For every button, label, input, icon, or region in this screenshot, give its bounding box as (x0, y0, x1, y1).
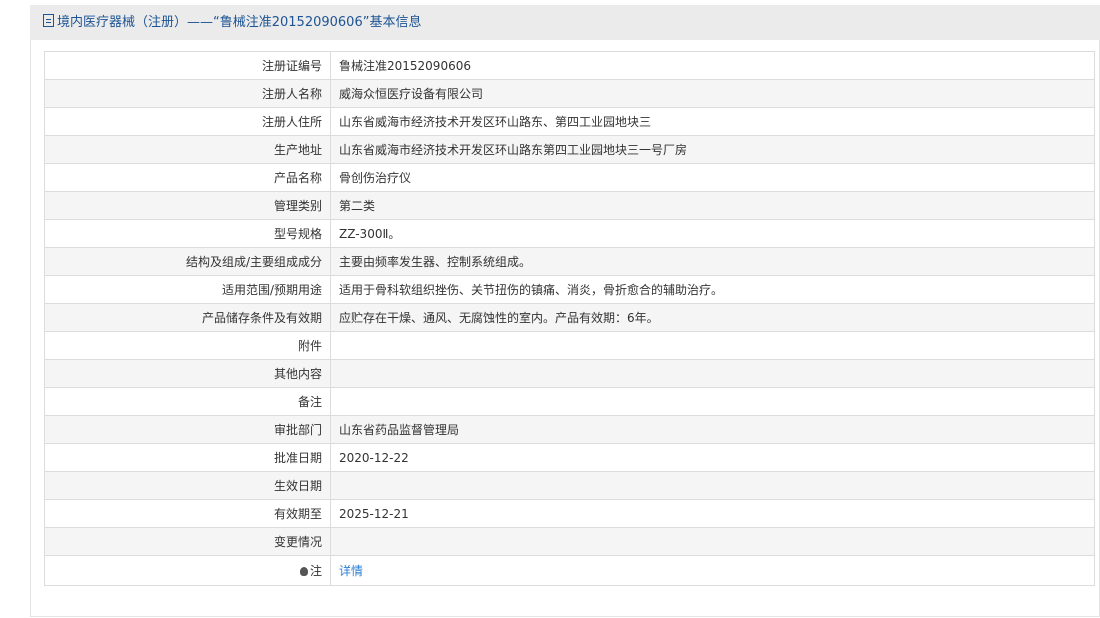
table-row: 注 详情 (44, 555, 1095, 586)
field-label: 生产地址 (44, 135, 331, 164)
field-label: 适用范围/预期用途 (44, 275, 331, 304)
field-label: 型号规格 (44, 219, 331, 248)
field-label: 变更情况 (44, 527, 331, 556)
field-value (330, 359, 1095, 388)
field-value: 威海众恒医疗设备有限公司 (330, 79, 1095, 108)
field-value: 山东省威海市经济技术开发区环山路东、第四工业园地块三 (330, 107, 1095, 136)
table-row: 适用范围/预期用途 适用于骨科软组织挫伤、关节扭伤的镇痛、消炎，骨折愈合的辅助治疗… (44, 275, 1095, 304)
field-value: 适用于骨科软组织挫伤、关节扭伤的镇痛、消炎，骨折愈合的辅助治疗。 (330, 275, 1095, 304)
note-text: 注 (309, 564, 322, 578)
field-label: 产品储存条件及有效期 (44, 303, 331, 332)
field-label: 附件 (44, 331, 331, 360)
field-label: 有效期至 (44, 499, 331, 528)
field-value (330, 331, 1095, 360)
table-row: 生产地址 山东省威海市经济技术开发区环山路东第四工业园地块三一号厂房 (44, 135, 1095, 164)
document-icon (43, 14, 54, 27)
field-value: 详情 (330, 555, 1095, 586)
table-row: 结构及组成/主要组成成分 主要由频率发生器、控制系统组成。 (44, 247, 1095, 276)
table-row: 产品储存条件及有效期 应贮存在干燥、通风、无腐蚀性的室内。产品有效期：6年。 (44, 303, 1095, 332)
table-row: 审批部门 山东省药品监督管理局 (44, 415, 1095, 444)
note-label: 注 (44, 555, 331, 586)
lightbulb-icon (299, 567, 308, 576)
field-label: 其他内容 (44, 359, 331, 388)
field-value: 山东省药品监督管理局 (330, 415, 1095, 444)
table-row: 变更情况 (44, 527, 1095, 556)
table-row: 注册证编号 鲁械注准20152090606 (44, 51, 1095, 80)
table-row: 产品名称 骨创伤治疗仪 (44, 163, 1095, 192)
table-row: 生效日期 (44, 471, 1095, 500)
field-value (330, 387, 1095, 416)
field-value: 2025-12-21 (330, 499, 1095, 528)
field-value: 骨创伤治疗仪 (330, 163, 1095, 192)
field-value: 2020-12-22 (330, 443, 1095, 472)
field-label: 注册人名称 (44, 79, 331, 108)
table-row: 有效期至 2025-12-21 (44, 499, 1095, 528)
info-table: 注册证编号 鲁械注准20152090606 注册人名称 威海众恒医疗设备有限公司 注册人… (44, 51, 1095, 586)
table-row: 附件 (44, 331, 1095, 360)
field-value: 主要由频率发生器、控制系统组成。 (330, 247, 1095, 276)
field-value: 山东省威海市经济技术开发区环山路东第四工业园地块三一号厂房 (330, 135, 1095, 164)
table-row: 管理类别 第二类 (44, 191, 1095, 220)
table-row: 注册人名称 威海众恒医疗设备有限公司 (44, 79, 1095, 108)
field-label: 备注 (44, 387, 331, 416)
field-label: 注册证编号 (44, 51, 331, 80)
field-value (330, 527, 1095, 556)
field-label: 管理类别 (44, 191, 331, 220)
field-value (330, 471, 1095, 500)
page-title: 境内医疗器械（注册）——“鲁械注准20152090606”基本信息 (57, 15, 422, 30)
field-label: 审批部门 (44, 415, 331, 444)
table-row: 注册人住所 山东省威海市经济技术开发区环山路东、第四工业园地块三 (44, 107, 1095, 136)
details-link[interactable]: 详情 (339, 564, 363, 578)
field-label: 批准日期 (44, 443, 331, 472)
field-value: 第二类 (330, 191, 1095, 220)
table-row: 型号规格 ZZ-300Ⅱ。 (44, 219, 1095, 248)
field-label: 注册人住所 (44, 107, 331, 136)
field-label: 产品名称 (44, 163, 331, 192)
panel-header: 境内医疗器械（注册）——“鲁械注准20152090606”基本信息 (30, 5, 1100, 40)
field-value: ZZ-300Ⅱ。 (330, 219, 1095, 248)
field-label: 生效日期 (44, 471, 331, 500)
field-label: 结构及组成/主要组成成分 (44, 247, 331, 276)
table-row: 批准日期 2020-12-22 (44, 443, 1095, 472)
field-value: 应贮存在干燥、通风、无腐蚀性的室内。产品有效期：6年。 (330, 303, 1095, 332)
table-row: 其他内容 (44, 359, 1095, 388)
field-value: 鲁械注准20152090606 (330, 51, 1095, 80)
table-row: 备注 (44, 387, 1095, 416)
